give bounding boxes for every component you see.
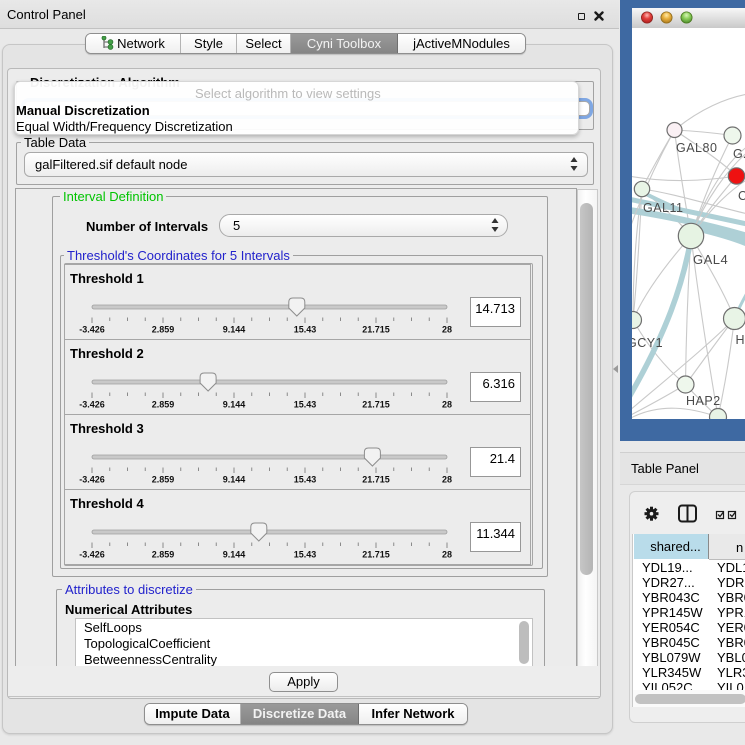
svg-text:-3.426: -3.426 xyxy=(79,400,105,410)
svg-text:2.859: 2.859 xyxy=(152,400,175,410)
svg-text:28: 28 xyxy=(442,550,452,560)
svg-text:H: H xyxy=(736,333,745,347)
svg-text:21.715: 21.715 xyxy=(362,400,390,410)
svg-text:28: 28 xyxy=(442,325,452,335)
svg-text:28: 28 xyxy=(442,400,452,410)
svg-text:-3.426: -3.426 xyxy=(79,325,105,335)
svg-text:-3.426: -3.426 xyxy=(79,475,105,485)
svg-text:9.144: 9.144 xyxy=(223,550,246,560)
svg-text:C: C xyxy=(738,189,745,203)
svg-text:9.144: 9.144 xyxy=(223,400,246,410)
svg-text:21.715: 21.715 xyxy=(362,550,390,560)
svg-text:9.144: 9.144 xyxy=(223,325,246,335)
svg-text:15.43: 15.43 xyxy=(294,475,317,485)
svg-text:GAL11: GAL11 xyxy=(643,201,684,215)
svg-text:G.: G. xyxy=(733,147,745,161)
svg-text:2.859: 2.859 xyxy=(152,325,175,335)
svg-text:2.859: 2.859 xyxy=(152,475,175,485)
svg-text:GCY1: GCY1 xyxy=(632,336,663,350)
svg-text:15.43: 15.43 xyxy=(294,550,317,560)
svg-text:15.43: 15.43 xyxy=(294,400,317,410)
svg-text:9.144: 9.144 xyxy=(223,475,246,485)
svg-text:2.859: 2.859 xyxy=(152,550,175,560)
svg-text:HAP2: HAP2 xyxy=(686,394,721,408)
svg-text:21.715: 21.715 xyxy=(362,475,390,485)
svg-text:21.715: 21.715 xyxy=(362,325,390,335)
svg-text:GAL4: GAL4 xyxy=(693,252,728,267)
svg-text:-3.426: -3.426 xyxy=(79,550,105,560)
svg-text:GAL80: GAL80 xyxy=(676,141,717,155)
svg-text:15.43: 15.43 xyxy=(294,325,317,335)
svg-text:28: 28 xyxy=(442,475,452,485)
